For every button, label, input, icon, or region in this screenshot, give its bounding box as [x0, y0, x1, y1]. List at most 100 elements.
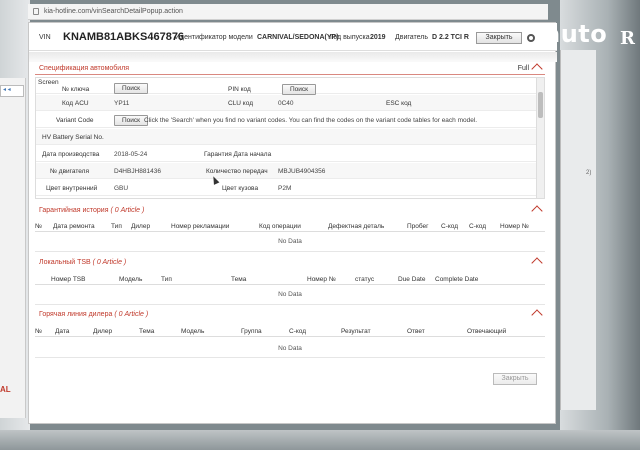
interior-color-value: GBU	[114, 185, 129, 192]
tsb-section-title: Локальный TSB ( 0 Article )	[39, 259, 126, 266]
hotline-col: Дилер	[93, 328, 113, 335]
spec-row-hv: HV Battery Serial No.	[36, 129, 536, 145]
clu-value: 0C40	[278, 100, 294, 107]
tsb-col: Due Date	[398, 276, 426, 283]
year-value: 2019	[370, 34, 386, 41]
grid-divider	[35, 304, 545, 305]
hotline-section-header[interactable]: Горячая линия дилера ( 0 Article )	[35, 309, 545, 321]
tsb-section-header[interactable]: Локальный TSB ( 0 Article )	[35, 257, 545, 269]
key-no-label: № ключа	[62, 86, 90, 93]
hotline-col: С-код	[289, 328, 307, 335]
full-label: Full	[517, 65, 529, 72]
pin-label: PIN код	[228, 86, 251, 93]
chevron-up-icon[interactable]	[531, 257, 543, 269]
warranty-col: С-код	[469, 223, 487, 230]
hotline-grid-header: № Дата Дилер Тема Модель Группа С-код Ре…	[35, 325, 545, 337]
hotline-col: Дата	[55, 328, 70, 335]
tsb-count: ( 0 Article )	[92, 259, 127, 266]
key-search-button[interactable]: Поиск	[114, 83, 149, 94]
watermark-text-fragment: R	[620, 28, 635, 49]
browser-address-bar[interactable]: kia-hotline.com/vinSearchDetailPopup.act…	[28, 4, 548, 20]
tsb-grid: Номер TSB Модель Тип Тема Номер № статус…	[35, 273, 545, 307]
chevron-up-icon[interactable]	[531, 63, 543, 75]
hotline-col: Группа	[241, 328, 262, 335]
warranty-grid-header: № Дата ремонта Тип Дилер Номер рекламаци…	[35, 220, 545, 232]
warranty-section-title: Гарантийная история ( 0 Article )	[39, 207, 144, 214]
hotline-col: Ответ	[407, 328, 425, 335]
esc-label: ESC код	[386, 100, 412, 107]
variant-hint: Click the 'Search' when you find no vari…	[144, 117, 478, 124]
warranty-grid: № Дата ремонта Тип Дилер Номер рекламаци…	[35, 220, 545, 254]
scroll-thumb[interactable]	[538, 92, 543, 118]
background-right-panel	[560, 50, 596, 410]
acu-label: Код ACU	[62, 100, 89, 107]
variant-label: Variant Code	[56, 117, 94, 124]
warranty-col: Пробег	[407, 223, 429, 230]
spec-section-header[interactable]: Спецификация автомобиля Full	[35, 63, 545, 75]
hotline-grid: № Дата Дилер Тема Модель Группа С-код Ре…	[35, 325, 545, 359]
clu-label: CLU код	[228, 100, 253, 107]
hotline-section-title: Горячая линия дилера ( 0 Article )	[39, 311, 148, 318]
interior-color-label: Цвет внутренний	[46, 185, 98, 192]
pin-search-button[interactable]: Поиск	[282, 84, 317, 95]
hv-battery-label: HV Battery Serial No.	[42, 134, 104, 141]
warranty-title-text: Гарантийная история	[39, 207, 109, 214]
spec-row-variant: Variant Code Поиск Click the 'Search' wh…	[36, 112, 536, 128]
engine-no-value: D4HBJH881436	[114, 168, 161, 175]
warranty-col: Дефектная деталь	[328, 223, 385, 230]
prod-date-value: 2018-05-24	[114, 151, 148, 158]
spec-row-colors: Цвет внутренний GBU Цвет кузова P2M	[36, 180, 536, 196]
warranty-section-header[interactable]: Гарантийная история ( 0 Article )	[35, 205, 545, 217]
model-label: Идентификатор модели	[175, 34, 253, 41]
hotline-col: №	[35, 328, 42, 335]
gears-value: MBJUB4904356	[278, 168, 326, 175]
spec-row-key: Screen № ключа Поиск PIN код Поиск	[36, 78, 536, 95]
spec-table: Screen № ключа Поиск PIN код Поиск Код A…	[35, 77, 545, 199]
hotline-title-text: Горячая линия дилера	[39, 311, 113, 318]
spec-scrollbar[interactable]	[536, 78, 544, 198]
spec-row-engine: № двигателя D4HBJH881436 Количество пере…	[36, 163, 536, 179]
tsb-col: Тип	[161, 276, 172, 283]
warranty-col: Дата ремонта	[53, 223, 95, 230]
spec-row-production: Дата производства 2018-05-24 Гарантия Да…	[36, 146, 536, 162]
body-color-value: P2M	[278, 185, 292, 192]
tsb-col: Модель	[119, 276, 143, 283]
warranty-col: С-код	[441, 223, 459, 230]
warranty-col: Дилер	[131, 223, 151, 230]
spec-row-acu: Код ACU YP11 CLU код 0C40 ESC код	[36, 95, 536, 111]
warranty-start-label: Гарантия Дата начала	[204, 151, 272, 158]
background-right-text: 2)	[586, 170, 592, 176]
vin-value: KNAMB81ABKS467876	[63, 31, 185, 43]
hotline-col: Результат	[341, 328, 371, 335]
warranty-col: Код операции	[259, 223, 301, 230]
close-button-bottom[interactable]: Закрыть	[493, 373, 537, 385]
tsb-col: статус	[355, 276, 375, 283]
hotline-col: Отвечающий	[467, 328, 507, 335]
close-button-top[interactable]: Закрыть	[476, 32, 522, 44]
vin-detail-popup: VIN KNAMB81ABKS467876 Идентификатор моде…	[28, 22, 557, 424]
chevron-up-icon[interactable]	[531, 205, 543, 217]
year-label: Год выпуска	[330, 34, 370, 41]
tsb-grid-header: Номер TSB Модель Тип Тема Номер № статус…	[35, 273, 545, 285]
tsb-col: Тема	[231, 276, 247, 283]
prod-date-label: Дата производства	[42, 151, 100, 158]
gear-icon[interactable]	[527, 34, 535, 42]
chevron-up-icon[interactable]	[531, 309, 543, 321]
browser-url: kia-hotline.com/vinSearchDetailPopup.act…	[44, 8, 183, 15]
tsb-col: Номер №	[307, 276, 336, 283]
hotline-empty: No Data	[278, 345, 302, 352]
vin-header: VIN KNAMB81ABKS467876 Идентификатор моде…	[29, 23, 557, 51]
variant-search-button[interactable]: Поиск	[114, 115, 149, 126]
warranty-col: Номер №	[500, 223, 529, 230]
background-left-tab: ◂ ◂	[0, 85, 24, 97]
warranty-col: Тип	[111, 223, 122, 230]
model-value: CARNIVAL/SEDONA(YP)	[257, 34, 339, 41]
hotline-col: Модель	[181, 328, 205, 335]
warranty-empty: No Data	[278, 238, 302, 245]
acu-value: YP11	[114, 100, 130, 107]
hotline-col: Тема	[139, 328, 155, 335]
background-bottom	[0, 430, 640, 450]
engine-no-label: № двигателя	[50, 168, 89, 175]
warranty-col: Номер рекламации	[171, 223, 230, 230]
lock-icon	[33, 8, 39, 15]
